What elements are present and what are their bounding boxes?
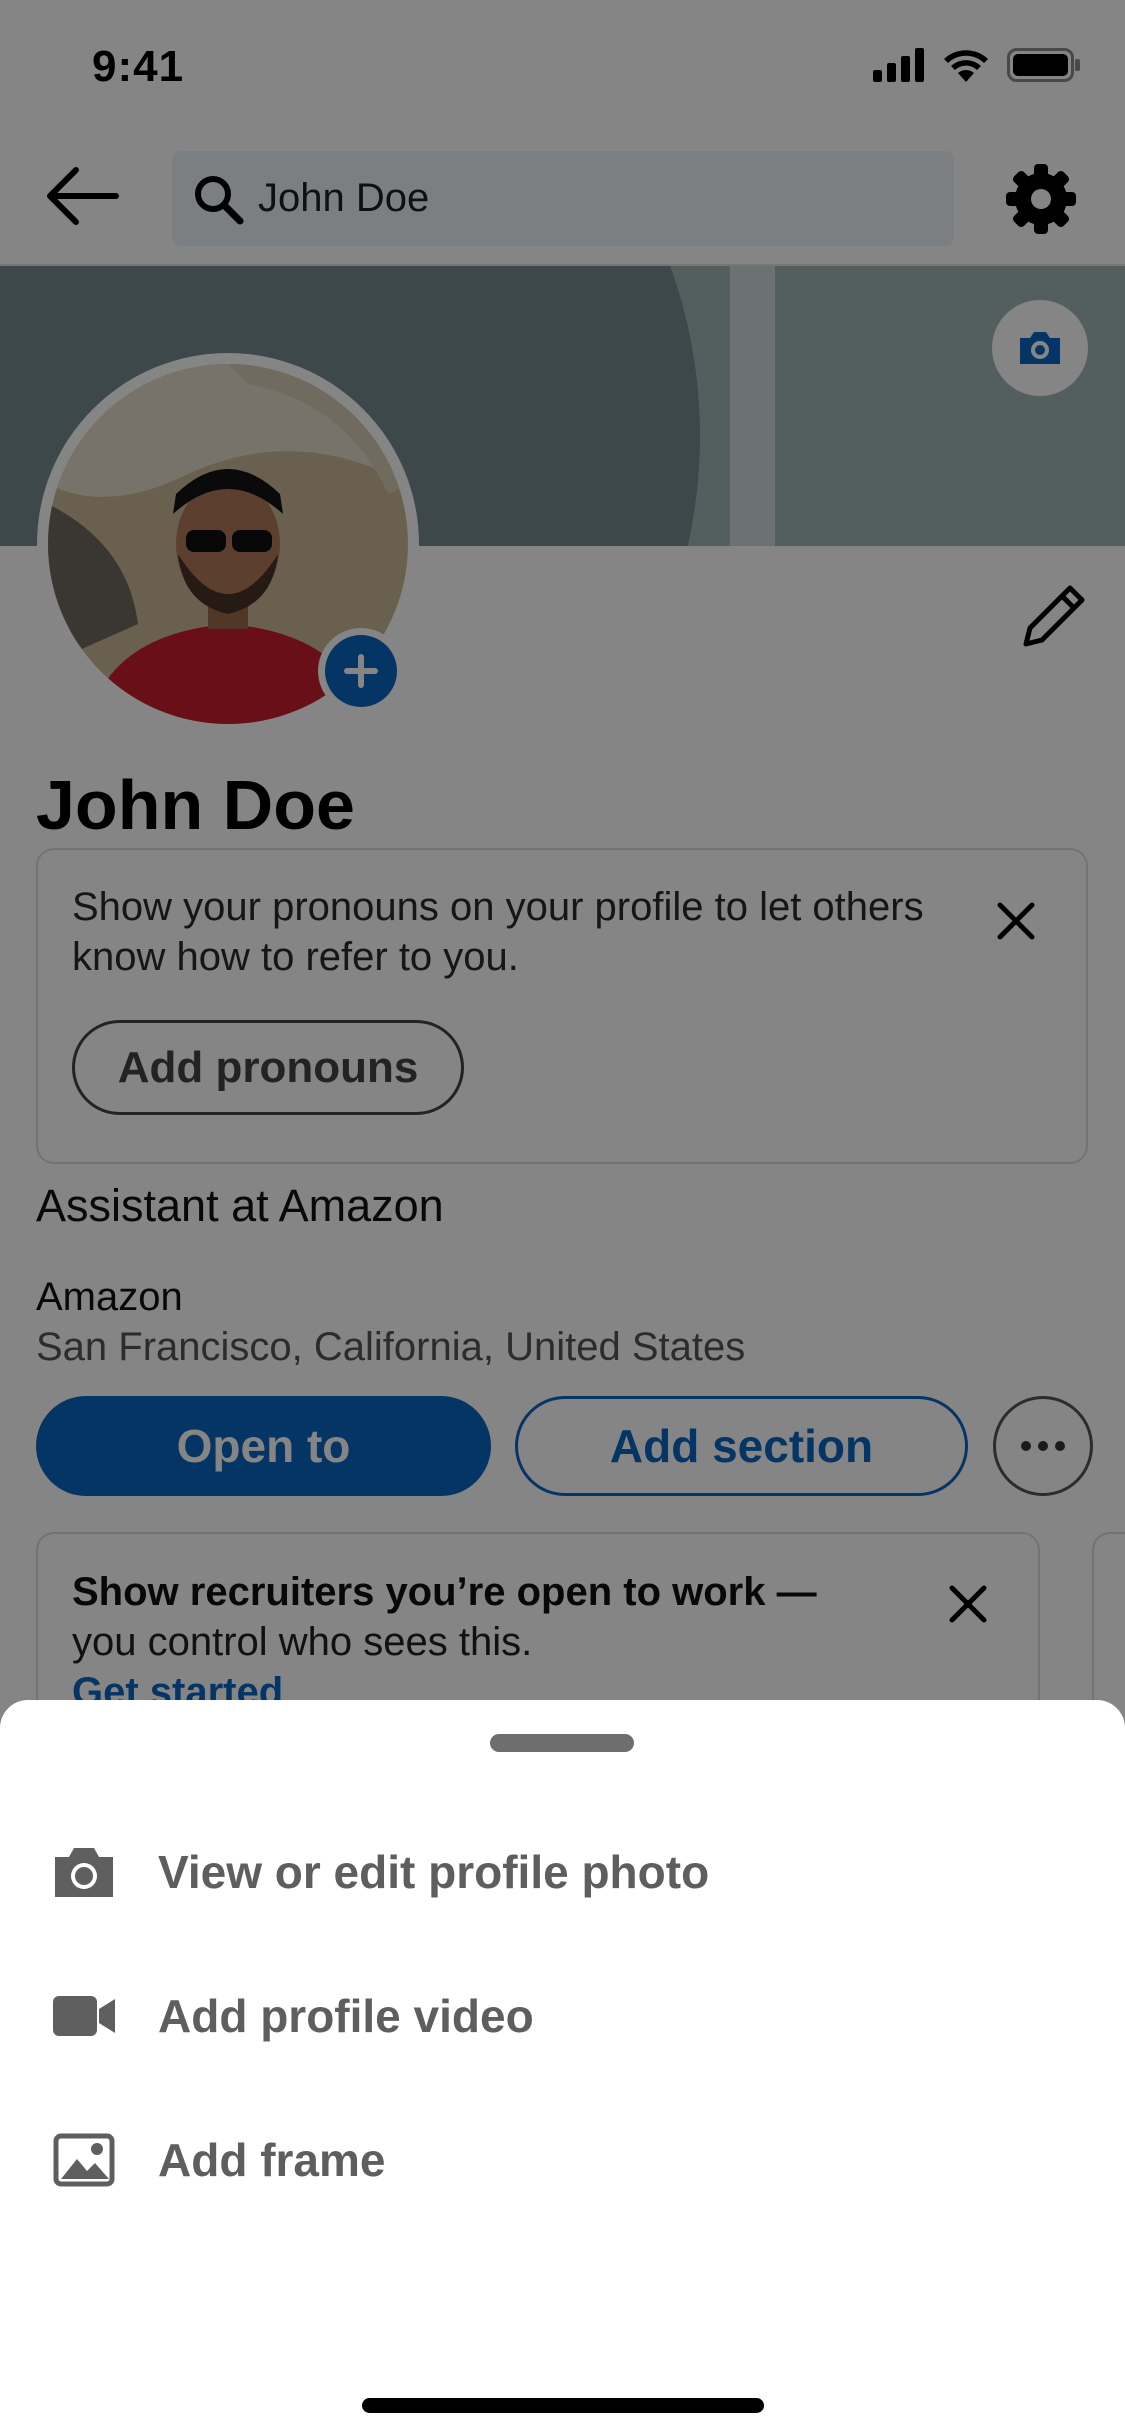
home-indicator: [362, 2398, 764, 2413]
add-profile-video-option[interactable]: Add profile video: [0, 1956, 1125, 2076]
sheet-grabber[interactable]: [490, 1734, 634, 1752]
camera-icon: [55, 1848, 113, 1897]
sheet-item-label: Add frame: [158, 2134, 386, 2186]
sheet-item-label: View or edit profile photo: [158, 1846, 710, 1898]
view-edit-photo-option[interactable]: View or edit profile photo: [0, 1812, 1125, 1932]
image-frame-icon: [53, 2133, 115, 2187]
add-frame-option[interactable]: Add frame: [0, 2100, 1125, 2220]
sheet-item-label: Add profile video: [158, 1990, 534, 2042]
video-camera-icon: [53, 1996, 115, 2036]
